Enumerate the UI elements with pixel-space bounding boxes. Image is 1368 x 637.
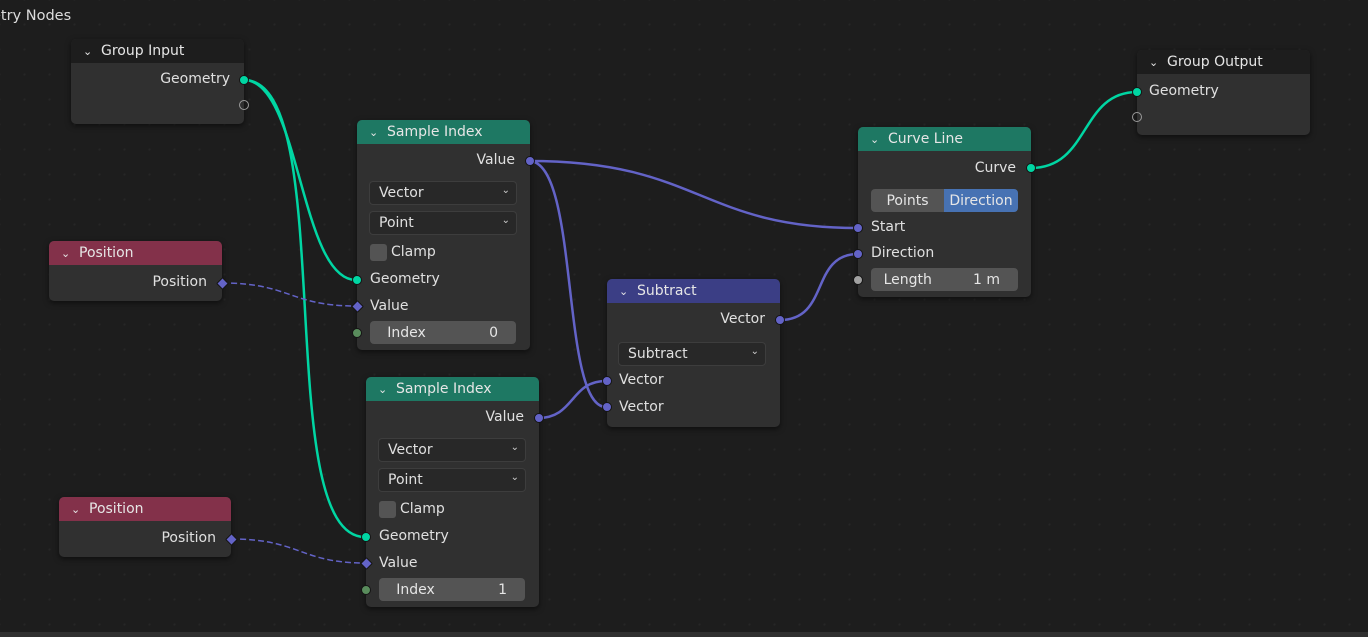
data-type-dropdown[interactable]: Vector ⌄ xyxy=(378,438,526,462)
node-title: Curve Line xyxy=(888,131,963,147)
input-socket-vector-2[interactable] xyxy=(602,402,612,412)
node-title: Position xyxy=(89,501,144,517)
output-socket-value[interactable] xyxy=(525,156,535,166)
index-field[interactable]: Index 0 xyxy=(370,321,516,344)
editor-title: etry Nodes xyxy=(0,8,72,24)
output-position-label: Position xyxy=(152,274,207,290)
input-socket-index[interactable] xyxy=(352,328,362,338)
input-geometry-label: Geometry xyxy=(1149,83,1219,99)
input-vector-2-label: Vector xyxy=(619,399,664,415)
node-header[interactable]: ⌄ Position xyxy=(49,241,222,265)
input-socket-vector-1[interactable] xyxy=(602,376,612,386)
chevron-down-icon: ⌄ xyxy=(510,442,519,453)
output-socket-geometry[interactable] xyxy=(239,75,249,85)
input-value-label: Value xyxy=(370,298,409,314)
index-field[interactable]: Index 1 xyxy=(379,578,525,601)
input-socket-geometry[interactable] xyxy=(361,532,371,542)
vector-math-subtract-node[interactable]: ⌄ Subtract Vector Subtract ⌄ Vector Vect… xyxy=(602,279,785,427)
output-socket-vector[interactable] xyxy=(775,315,785,325)
index-value: 1 xyxy=(498,581,507,598)
output-socket-curve[interactable] xyxy=(1026,163,1036,173)
chevron-down-icon: ⌄ xyxy=(501,215,510,226)
input-geometry-label: Geometry xyxy=(379,528,449,544)
chevron-down-icon[interactable]: ⌄ xyxy=(619,285,631,298)
input-socket-empty[interactable] xyxy=(1132,112,1142,122)
mode-option-points[interactable]: Points xyxy=(871,189,944,212)
input-geometry-label: Geometry xyxy=(370,271,440,287)
editor-bottom-border xyxy=(0,632,1368,637)
mode-toggle[interactable]: Points Direction xyxy=(871,189,1018,212)
data-type-dropdown[interactable]: Vector ⌄ xyxy=(369,181,517,205)
node-header[interactable]: ⌄ Subtract xyxy=(607,279,780,303)
sample-index-node-1[interactable]: ⌄ Sample Index Value Vector ⌄ Point ⌄ Cl… xyxy=(351,120,535,350)
domain-dropdown[interactable]: Point ⌄ xyxy=(378,468,526,492)
chevron-down-icon[interactable]: ⌄ xyxy=(870,133,882,146)
output-socket-value[interactable] xyxy=(534,413,544,423)
output-geometry-label: Geometry xyxy=(160,71,230,87)
node-header[interactable]: ⌄ Group Output xyxy=(1137,50,1310,74)
output-socket-empty[interactable] xyxy=(239,100,249,110)
node-header[interactable]: ⌄ Group Input xyxy=(71,39,244,63)
dropdown-value: Point xyxy=(388,472,423,488)
node-header[interactable]: ⌄ Sample Index xyxy=(366,377,539,401)
output-value-label: Value xyxy=(476,152,515,168)
input-socket-length[interactable] xyxy=(853,275,863,285)
group-output-node[interactable]: ⌄ Group Output Geometry xyxy=(1132,50,1310,135)
output-value-label: Value xyxy=(485,409,524,425)
node-header[interactable]: ⌄ Curve Line xyxy=(858,127,1031,151)
length-field[interactable]: Length 1 m xyxy=(871,268,1018,291)
output-vector-label: Vector xyxy=(720,311,765,327)
length-label: Length xyxy=(883,271,932,288)
dropdown-value: Vector xyxy=(388,442,433,458)
chevron-down-icon: ⌄ xyxy=(501,185,510,196)
mode-option-direction[interactable]: Direction xyxy=(944,189,1018,212)
input-start-label: Start xyxy=(871,219,906,235)
position-node-2[interactable]: ⌄ Position Position xyxy=(59,497,238,557)
chevron-down-icon[interactable]: ⌄ xyxy=(1149,56,1161,69)
clamp-label: Clamp xyxy=(391,244,436,260)
input-value-label: Value xyxy=(379,555,418,571)
domain-dropdown[interactable]: Point ⌄ xyxy=(369,211,517,235)
clamp-label: Clamp xyxy=(400,501,445,517)
dropdown-value: Subtract xyxy=(628,346,688,362)
node-title: Position xyxy=(79,245,134,261)
input-vector-1-label: Vector xyxy=(619,372,664,388)
chevron-down-icon: ⌄ xyxy=(510,472,519,483)
node-title: Group Input xyxy=(101,43,185,59)
operation-dropdown[interactable]: Subtract ⌄ xyxy=(618,342,766,366)
chevron-down-icon[interactable]: ⌄ xyxy=(369,126,381,139)
node-title: Sample Index xyxy=(396,381,492,397)
index-label: Index xyxy=(387,324,426,341)
chevron-down-icon: ⌄ xyxy=(750,346,759,357)
output-position-label: Position xyxy=(161,530,216,546)
input-socket-index[interactable] xyxy=(361,585,371,595)
input-socket-geometry[interactable] xyxy=(1132,87,1142,97)
chevron-down-icon[interactable]: ⌄ xyxy=(71,503,83,516)
dropdown-value: Point xyxy=(379,215,414,231)
input-socket-start[interactable] xyxy=(853,223,863,233)
input-direction-label: Direction xyxy=(871,245,935,261)
chevron-down-icon[interactable]: ⌄ xyxy=(61,247,73,260)
position-node-1[interactable]: ⌄ Position Position xyxy=(49,241,229,301)
index-label: Index xyxy=(396,581,435,598)
output-curve-label: Curve xyxy=(974,160,1016,176)
dropdown-value: Vector xyxy=(379,185,424,201)
index-value: 0 xyxy=(489,324,498,341)
node-header[interactable]: ⌄ Sample Index xyxy=(357,120,530,144)
node-title: Subtract xyxy=(637,283,697,299)
clamp-checkbox[interactable] xyxy=(379,501,396,518)
length-value: 1 m xyxy=(973,271,1000,288)
input-socket-geometry[interactable] xyxy=(352,275,362,285)
chevron-down-icon[interactable]: ⌄ xyxy=(378,383,390,396)
input-socket-direction[interactable] xyxy=(853,249,863,259)
node-title: Group Output xyxy=(1167,54,1263,70)
node-header[interactable]: ⌄ Position xyxy=(59,497,231,521)
clamp-checkbox[interactable] xyxy=(370,244,387,261)
curve-line-node[interactable]: ⌄ Curve Line Curve Points Direction Star… xyxy=(853,127,1036,297)
group-input-node[interactable]: ⌄ Group Input Geometry xyxy=(71,39,249,124)
chevron-down-icon[interactable]: ⌄ xyxy=(83,45,95,58)
sample-index-node-2[interactable]: ⌄ Sample Index Value Vector ⌄ Point ⌄ Cl… xyxy=(360,377,544,607)
node-title: Sample Index xyxy=(387,124,483,140)
